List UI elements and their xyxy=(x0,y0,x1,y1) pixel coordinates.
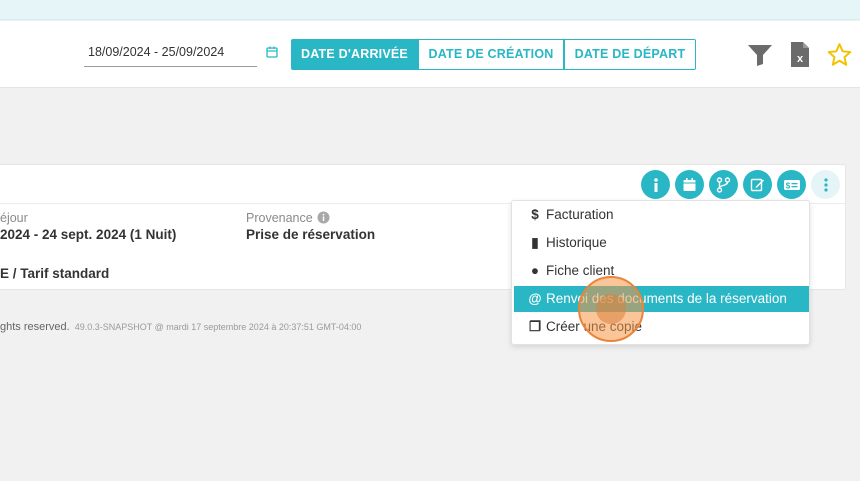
money-card-icon: $ xyxy=(783,179,800,190)
info-button[interactable] xyxy=(641,170,670,199)
menu-item-fiche-client[interactable]: ● Fiche client xyxy=(514,258,809,284)
star-icon[interactable] xyxy=(826,42,853,68)
tarif-value: E / Tarif standard xyxy=(0,266,110,281)
menu-item-facturation[interactable]: $ Facturation xyxy=(514,202,809,228)
footer-version: 49.0.3-SNAPSHOT @ mardi 17 septembre 202… xyxy=(74,322,362,332)
at-icon: @ xyxy=(528,291,542,306)
calendar-icon xyxy=(683,178,696,191)
kebab-icon xyxy=(823,177,828,192)
dollar-icon: $ xyxy=(531,207,539,222)
branch-button[interactable] xyxy=(709,170,738,199)
info-icon xyxy=(653,177,658,192)
info-icon[interactable] xyxy=(317,211,330,224)
invoice-button[interactable]: $ xyxy=(777,170,806,199)
tab-date-arrivee[interactable]: DATE D'ARRIVÉE xyxy=(291,39,418,70)
provenance-value: Prise de réservation xyxy=(246,227,376,242)
top-banner xyxy=(0,0,860,20)
calendar-button[interactable] xyxy=(675,170,704,199)
menu-item-label: Renvoi des documents de la réservation xyxy=(546,291,787,306)
user-icon: ● xyxy=(530,263,540,278)
excel-export-icon[interactable]: x xyxy=(790,41,810,68)
tab-date-depart[interactable]: DATE DE DÉPART xyxy=(564,39,696,70)
menu-item-label: Facturation xyxy=(546,207,614,222)
calendar-icon[interactable] xyxy=(265,45,279,59)
sejour-value: 2024 - 24 sept. 2024 (1 Nuit) xyxy=(0,227,177,242)
menu-item-creer-copie[interactable]: ❐ Créer une copie xyxy=(514,314,809,340)
actions-dropdown-menu: $ Facturation ▮ Historique ● Fiche client @… xyxy=(511,200,810,345)
edit-icon xyxy=(750,178,764,192)
svg-text:$: $ xyxy=(785,181,790,190)
menu-item-label: Créer une copie xyxy=(546,319,643,334)
footer-rights: ghts reserved. xyxy=(0,321,70,333)
branch-icon xyxy=(716,176,731,193)
svg-text:x: x xyxy=(797,53,804,65)
provenance-label: Provenance xyxy=(246,211,313,225)
menu-item-label: Fiche client xyxy=(546,263,615,278)
menu-item-renvoi-documents[interactable]: @ Renvoi des documents de la réservation xyxy=(514,286,809,312)
tab-date-creation[interactable]: DATE DE CRÉATION xyxy=(418,39,564,70)
edit-button[interactable] xyxy=(743,170,772,199)
footer: ghts reserved. 49.0.3-SNAPSHOT @ mardi 1… xyxy=(0,321,361,333)
filter-icon[interactable] xyxy=(747,43,773,67)
menu-item-historique[interactable]: ▮ Historique xyxy=(514,230,809,256)
more-options-button[interactable] xyxy=(811,170,840,199)
date-range-input[interactable]: 18/09/2024 - 25/09/2024 xyxy=(84,43,257,67)
sejour-label: éjour xyxy=(0,211,28,225)
copy-icon: ❐ xyxy=(528,319,542,334)
menu-item-label: Historique xyxy=(546,235,607,250)
book-icon: ▮ xyxy=(531,235,539,250)
